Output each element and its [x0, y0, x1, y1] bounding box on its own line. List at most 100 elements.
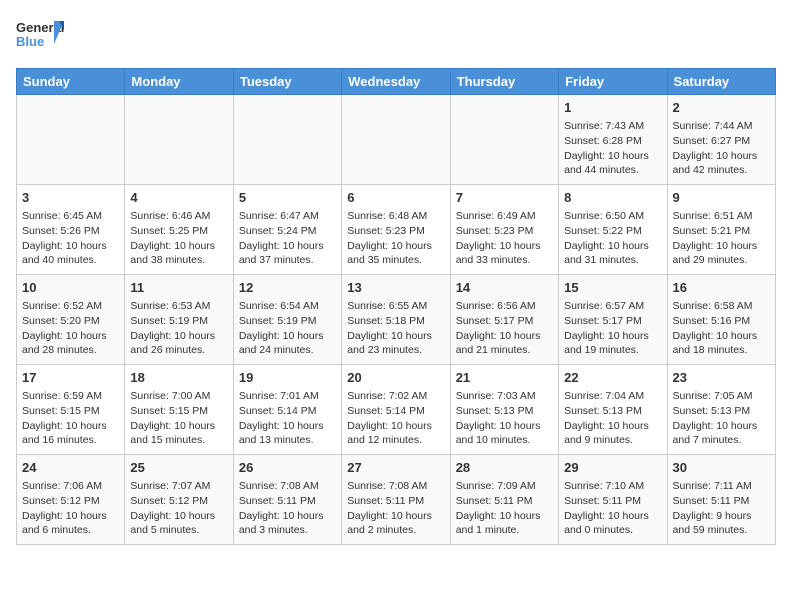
- header-day-thursday: Thursday: [450, 69, 558, 95]
- week-row-1: 1 Sunrise: 7:43 AM Sunset: 6:28 PM Daylig…: [17, 95, 776, 185]
- day-number: 28: [456, 459, 553, 477]
- day-cell: [450, 95, 558, 185]
- day-cell: 6 Sunrise: 6:48 AM Sunset: 5:23 PM Daylig…: [342, 185, 450, 275]
- day-number: 26: [239, 459, 336, 477]
- calendar-header: SundayMondayTuesdayWednesdayThursdayFrid…: [17, 69, 776, 95]
- day-cell: 12 Sunrise: 6:54 AM Sunset: 5:19 PM Dayli…: [233, 275, 341, 365]
- day-number: 10: [22, 279, 119, 297]
- day-cell: 7 Sunrise: 6:49 AM Sunset: 5:23 PM Daylig…: [450, 185, 558, 275]
- day-number: 4: [130, 189, 227, 207]
- day-info: Sunrise: 6:54 AM Sunset: 5:19 PM Dayligh…: [239, 299, 336, 358]
- svg-text:Blue: Blue: [16, 34, 44, 49]
- day-cell: 5 Sunrise: 6:47 AM Sunset: 5:24 PM Daylig…: [233, 185, 341, 275]
- day-cell: 16 Sunrise: 6:58 AM Sunset: 5:16 PM Dayli…: [667, 275, 775, 365]
- day-number: 23: [673, 369, 770, 387]
- day-number: 25: [130, 459, 227, 477]
- day-info: Sunrise: 6:51 AM Sunset: 5:21 PM Dayligh…: [673, 209, 770, 268]
- day-cell: 10 Sunrise: 6:52 AM Sunset: 5:20 PM Dayli…: [17, 275, 125, 365]
- header-day-monday: Monday: [125, 69, 233, 95]
- day-number: 9: [673, 189, 770, 207]
- header-day-wednesday: Wednesday: [342, 69, 450, 95]
- day-info: Sunrise: 6:55 AM Sunset: 5:18 PM Dayligh…: [347, 299, 444, 358]
- day-cell: 24 Sunrise: 7:06 AM Sunset: 5:12 PM Dayli…: [17, 455, 125, 545]
- week-row-4: 17 Sunrise: 6:59 AM Sunset: 5:15 PM Dayli…: [17, 365, 776, 455]
- day-cell: 3 Sunrise: 6:45 AM Sunset: 5:26 PM Daylig…: [17, 185, 125, 275]
- day-info: Sunrise: 6:50 AM Sunset: 5:22 PM Dayligh…: [564, 209, 661, 268]
- day-cell: 2 Sunrise: 7:44 AM Sunset: 6:27 PM Daylig…: [667, 95, 775, 185]
- day-cell: 29Sunrise: 7:10 AM Sunset: 5:11 PM Dayli…: [559, 455, 667, 545]
- day-number: 5: [239, 189, 336, 207]
- day-number: 12: [239, 279, 336, 297]
- day-number: 19: [239, 369, 336, 387]
- day-number: 1: [564, 99, 661, 117]
- day-info: Sunrise: 7:03 AM Sunset: 5:13 PM Dayligh…: [456, 389, 553, 448]
- day-number: 27: [347, 459, 444, 477]
- day-cell: 13Sunrise: 6:55 AM Sunset: 5:18 PM Dayli…: [342, 275, 450, 365]
- day-cell: 15 Sunrise: 6:57 AM Sunset: 5:17 PM Dayli…: [559, 275, 667, 365]
- day-number: 21: [456, 369, 553, 387]
- day-cell: 4 Sunrise: 6:46 AM Sunset: 5:25 PM Daylig…: [125, 185, 233, 275]
- day-number: 6: [347, 189, 444, 207]
- day-info: Sunrise: 7:02 AM Sunset: 5:14 PM Dayligh…: [347, 389, 444, 448]
- day-info: Sunrise: 6:58 AM Sunset: 5:16 PM Dayligh…: [673, 299, 770, 358]
- day-cell: 1 Sunrise: 7:43 AM Sunset: 6:28 PM Daylig…: [559, 95, 667, 185]
- day-info: Sunrise: 7:04 AM Sunset: 5:13 PM Dayligh…: [564, 389, 661, 448]
- day-cell: 27Sunrise: 7:08 AM Sunset: 5:11 PM Dayli…: [342, 455, 450, 545]
- day-info: Sunrise: 7:06 AM Sunset: 5:12 PM Dayligh…: [22, 479, 119, 538]
- day-cell: [342, 95, 450, 185]
- logo-icon: GeneralBlue: [16, 16, 66, 56]
- day-cell: 22Sunrise: 7:04 AM Sunset: 5:13 PM Dayli…: [559, 365, 667, 455]
- day-number: 20: [347, 369, 444, 387]
- day-info: Sunrise: 6:47 AM Sunset: 5:24 PM Dayligh…: [239, 209, 336, 268]
- week-row-5: 24 Sunrise: 7:06 AM Sunset: 5:12 PM Dayli…: [17, 455, 776, 545]
- day-cell: [17, 95, 125, 185]
- day-cell: 25 Sunrise: 7:07 AM Sunset: 5:12 PM Dayli…: [125, 455, 233, 545]
- day-cell: [233, 95, 341, 185]
- day-info: Sunrise: 6:49 AM Sunset: 5:23 PM Dayligh…: [456, 209, 553, 268]
- week-row-3: 10 Sunrise: 6:52 AM Sunset: 5:20 PM Dayli…: [17, 275, 776, 365]
- day-cell: 26Sunrise: 7:08 AM Sunset: 5:11 PM Dayli…: [233, 455, 341, 545]
- header-day-tuesday: Tuesday: [233, 69, 341, 95]
- day-info: Sunrise: 7:44 AM Sunset: 6:27 PM Dayligh…: [673, 119, 770, 178]
- header-day-friday: Friday: [559, 69, 667, 95]
- day-info: Sunrise: 6:48 AM Sunset: 5:23 PM Dayligh…: [347, 209, 444, 268]
- day-info: Sunrise: 7:05 AM Sunset: 5:13 PM Dayligh…: [673, 389, 770, 448]
- day-cell: 14Sunrise: 6:56 AM Sunset: 5:17 PM Dayli…: [450, 275, 558, 365]
- day-number: 24: [22, 459, 119, 477]
- day-cell: 30 Sunrise: 7:11 AM Sunset: 5:11 PM Dayli…: [667, 455, 775, 545]
- day-info: Sunrise: 7:00 AM Sunset: 5:15 PM Dayligh…: [130, 389, 227, 448]
- day-cell: 21 Sunrise: 7:03 AM Sunset: 5:13 PM Dayli…: [450, 365, 558, 455]
- day-info: Sunrise: 6:56 AM Sunset: 5:17 PM Dayligh…: [456, 299, 553, 358]
- day-number: 15: [564, 279, 661, 297]
- day-number: 17: [22, 369, 119, 387]
- day-info: Sunrise: 7:43 AM Sunset: 6:28 PM Dayligh…: [564, 119, 661, 178]
- calendar-body: 1 Sunrise: 7:43 AM Sunset: 6:28 PM Daylig…: [17, 95, 776, 545]
- day-number: 7: [456, 189, 553, 207]
- day-info: Sunrise: 7:07 AM Sunset: 5:12 PM Dayligh…: [130, 479, 227, 538]
- header-day-sunday: Sunday: [17, 69, 125, 95]
- day-info: Sunrise: 6:59 AM Sunset: 5:15 PM Dayligh…: [22, 389, 119, 448]
- logo: GeneralBlue: [16, 16, 66, 56]
- day-number: 30: [673, 459, 770, 477]
- day-info: Sunrise: 6:46 AM Sunset: 5:25 PM Dayligh…: [130, 209, 227, 268]
- day-info: Sunrise: 6:52 AM Sunset: 5:20 PM Dayligh…: [22, 299, 119, 358]
- day-cell: 23 Sunrise: 7:05 AM Sunset: 5:13 PM Dayli…: [667, 365, 775, 455]
- page-header: GeneralBlue: [16, 16, 776, 56]
- day-number: 3: [22, 189, 119, 207]
- day-number: 2: [673, 99, 770, 117]
- day-cell: 19Sunrise: 7:01 AM Sunset: 5:14 PM Dayli…: [233, 365, 341, 455]
- day-cell: 9 Sunrise: 6:51 AM Sunset: 5:21 PM Daylig…: [667, 185, 775, 275]
- day-info: Sunrise: 7:11 AM Sunset: 5:11 PM Dayligh…: [673, 479, 770, 538]
- day-info: Sunrise: 6:53 AM Sunset: 5:19 PM Dayligh…: [130, 299, 227, 358]
- day-cell: 17 Sunrise: 6:59 AM Sunset: 5:15 PM Dayli…: [17, 365, 125, 455]
- header-row: SundayMondayTuesdayWednesdayThursdayFrid…: [17, 69, 776, 95]
- day-info: Sunrise: 7:09 AM Sunset: 5:11 PM Dayligh…: [456, 479, 553, 538]
- day-info: Sunrise: 6:45 AM Sunset: 5:26 PM Dayligh…: [22, 209, 119, 268]
- day-cell: 28 Sunrise: 7:09 AM Sunset: 5:11 PM Dayli…: [450, 455, 558, 545]
- day-info: Sunrise: 6:57 AM Sunset: 5:17 PM Dayligh…: [564, 299, 661, 358]
- day-number: 18: [130, 369, 227, 387]
- day-number: 11: [130, 279, 227, 297]
- day-number: 16: [673, 279, 770, 297]
- day-cell: 18 Sunrise: 7:00 AM Sunset: 5:15 PM Dayli…: [125, 365, 233, 455]
- day-cell: 8Sunrise: 6:50 AM Sunset: 5:22 PM Daylig…: [559, 185, 667, 275]
